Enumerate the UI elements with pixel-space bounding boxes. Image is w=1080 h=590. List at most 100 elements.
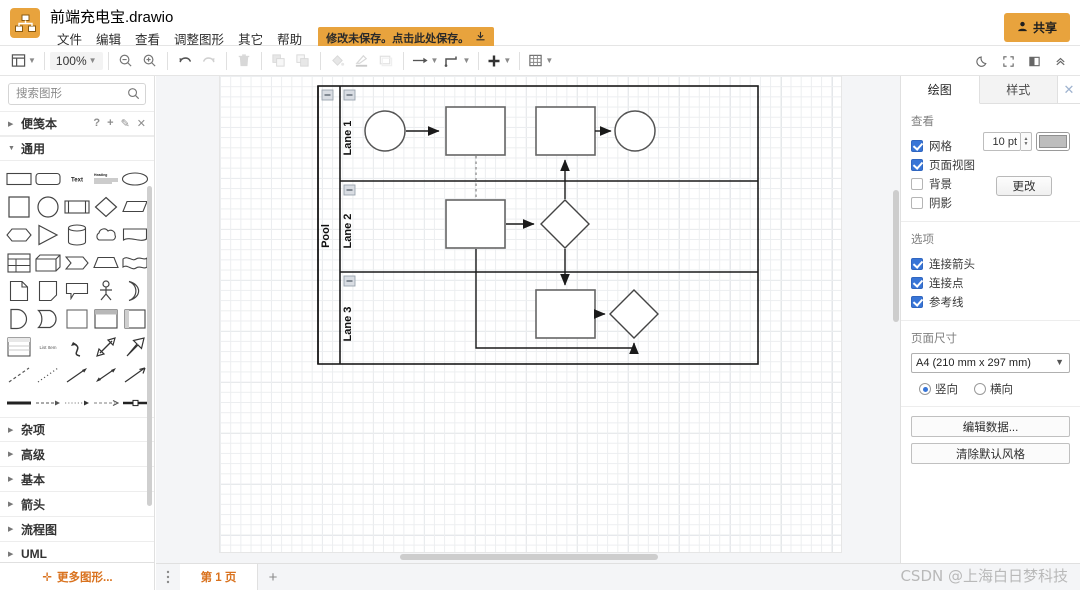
zoom-level-button[interactable]: 100% ▼ bbox=[49, 51, 103, 70]
bring-to-front-icon[interactable] bbox=[267, 49, 291, 73]
sidebar-section-general[interactable]: ▼ 通用 bbox=[0, 136, 154, 161]
canvas-vertical-scrollbar[interactable] bbox=[893, 190, 899, 322]
grid-size-stepper[interactable]: ▲ ▼ bbox=[1021, 132, 1032, 151]
sidebar-section-misc[interactable]: ▶ 杂项 bbox=[0, 417, 154, 442]
shape-triangle[interactable] bbox=[33, 222, 62, 247]
shape-double-arrow[interactable] bbox=[92, 334, 121, 359]
tab-diagram[interactable]: 绘图 bbox=[901, 76, 980, 104]
dark-mode-toggle[interactable] bbox=[970, 49, 994, 73]
shape-document[interactable] bbox=[121, 222, 150, 247]
connection-arrows-checkbox[interactable] bbox=[911, 257, 923, 270]
share-button[interactable]: 共享 bbox=[1003, 13, 1070, 42]
shape-thick-line[interactable] bbox=[4, 390, 33, 415]
table-icon[interactable]: ▼ bbox=[525, 49, 556, 73]
shape-link-connector[interactable] bbox=[121, 390, 150, 415]
shape-curved-arrow[interactable] bbox=[62, 334, 91, 359]
trash-icon[interactable] bbox=[232, 49, 256, 73]
shape-list-item[interactable]: List Item bbox=[33, 334, 62, 359]
shape-open-arrow[interactable] bbox=[121, 362, 150, 387]
shape-dashed-connector[interactable] bbox=[33, 390, 62, 415]
help-icon[interactable]: ? bbox=[93, 117, 100, 130]
diagram-canvas[interactable]: Pool Lane 1 Lane 2 Lane 3 bbox=[156, 76, 901, 563]
stepper-down-icon[interactable]: ▼ bbox=[1024, 141, 1029, 147]
radio-landscape[interactable] bbox=[974, 383, 986, 395]
shape-card[interactable] bbox=[33, 278, 62, 303]
end-event-circle[interactable] bbox=[614, 110, 656, 152]
task-rectangle-4[interactable] bbox=[535, 289, 596, 339]
shape-bidirectional-arrow[interactable] bbox=[92, 362, 121, 387]
page-sheet[interactable]: Pool Lane 1 Lane 2 Lane 3 bbox=[220, 76, 841, 552]
edit-data-button[interactable]: 编辑数据... bbox=[911, 416, 1070, 437]
guides-checkbox[interactable] bbox=[911, 295, 923, 308]
search-box[interactable] bbox=[8, 83, 146, 105]
shape-window[interactable] bbox=[92, 306, 121, 331]
option-connection-arrows[interactable]: 连接箭头 bbox=[911, 254, 1070, 273]
gateway-diamond-1[interactable] bbox=[540, 199, 590, 249]
canvas-horizontal-scrollbar[interactable] bbox=[400, 554, 658, 560]
page-view-checkbox[interactable] bbox=[911, 158, 923, 171]
shape-diamond[interactable] bbox=[92, 194, 121, 219]
shape-crescent[interactable] bbox=[121, 278, 150, 303]
sidebar-section-scratchpad[interactable]: ▶ 便笺本 ? + ✎ ✕ bbox=[0, 111, 154, 136]
shape-dotted-line[interactable] bbox=[33, 362, 62, 387]
shape-note[interactable] bbox=[4, 278, 33, 303]
shape-hexagon[interactable] bbox=[4, 222, 33, 247]
shape-square[interactable] bbox=[4, 194, 33, 219]
sidebar-section-advanced[interactable]: ▶ 高级 bbox=[0, 442, 154, 467]
paper-size-select[interactable]: A4 (210 mm x 297 mm) bbox=[911, 353, 1070, 373]
undo-icon[interactable] bbox=[173, 49, 197, 73]
shape-list[interactable] bbox=[4, 334, 33, 359]
shape-plain-square[interactable] bbox=[62, 306, 91, 331]
shape-textbox-heading[interactable]: Heading bbox=[92, 166, 121, 191]
option-connection-points[interactable]: 连接点 bbox=[911, 273, 1070, 292]
close-icon[interactable]: ✕ bbox=[1058, 76, 1080, 103]
sidebar-scrollbar[interactable] bbox=[147, 186, 152, 506]
close-icon[interactable]: ✕ bbox=[137, 117, 146, 130]
connection-points-checkbox[interactable] bbox=[911, 276, 923, 289]
shape-block-arrow[interactable] bbox=[121, 334, 150, 359]
shape-cloud[interactable] bbox=[92, 222, 121, 247]
shape-cylinder[interactable] bbox=[62, 222, 91, 247]
shape-dashed-line[interactable] bbox=[4, 362, 33, 387]
shape-dotted-connector[interactable] bbox=[62, 390, 91, 415]
grid-color-swatch[interactable] bbox=[1036, 132, 1070, 151]
shape-dashed-open-arrow[interactable] bbox=[92, 390, 121, 415]
task-rectangle-3[interactable] bbox=[445, 199, 506, 249]
shape-delay[interactable] bbox=[33, 306, 62, 331]
shape-half-circle[interactable] bbox=[4, 306, 33, 331]
collapse-toolbar-button[interactable] bbox=[1048, 49, 1072, 73]
plus-icon[interactable]: ▼ bbox=[484, 49, 514, 73]
shape-line-arrow[interactable] bbox=[62, 362, 91, 387]
redo-icon[interactable] bbox=[197, 49, 221, 73]
background-change-button[interactable]: 更改 bbox=[996, 176, 1052, 196]
shape-callout[interactable] bbox=[62, 278, 91, 303]
layout-panels-icon[interactable]: ▼ bbox=[8, 49, 39, 73]
option-page-view[interactable]: 页面视图 bbox=[911, 155, 1070, 174]
shape-trapezoid[interactable] bbox=[92, 250, 121, 275]
grid-checkbox[interactable] bbox=[911, 139, 923, 152]
shadow-checkbox[interactable] bbox=[911, 196, 923, 209]
more-shapes-button[interactable]: ✛ 更多图形... bbox=[0, 562, 154, 590]
page-menu-icon[interactable] bbox=[156, 564, 180, 590]
bpmn-pool-diagram[interactable]: Pool Lane 1 Lane 2 Lane 3 bbox=[220, 76, 841, 552]
shape-actor[interactable] bbox=[92, 278, 121, 303]
shape-text[interactable]: Text bbox=[62, 166, 91, 191]
add-icon[interactable]: + bbox=[107, 117, 113, 130]
lane-1-header[interactable]: Lane 1 bbox=[342, 89, 356, 155]
send-to-back-icon[interactable] bbox=[291, 49, 315, 73]
add-page-button[interactable]: + bbox=[258, 564, 288, 590]
fill-color-icon[interactable] bbox=[326, 49, 350, 73]
search-input[interactable] bbox=[9, 84, 145, 104]
edit-pencil-icon[interactable]: ✎ bbox=[121, 117, 130, 130]
shape-style-icon[interactable] bbox=[374, 49, 398, 73]
option-guides[interactable]: 参考线 bbox=[911, 292, 1070, 311]
page-tab-1[interactable]: 第 1 页 bbox=[180, 564, 258, 590]
shape-rounded-rect-wide[interactable] bbox=[4, 166, 33, 191]
waypoint-icon[interactable]: ▼ bbox=[441, 49, 473, 73]
sidebar-section-basic[interactable]: ▶ 基本 bbox=[0, 467, 154, 492]
clear-default-style-button[interactable]: 清除默认风格 bbox=[911, 443, 1070, 464]
shape-rounded-rect[interactable] bbox=[33, 166, 62, 191]
sidebar-section-flowchart[interactable]: ▶ 流程图 bbox=[0, 517, 154, 542]
line-color-icon[interactable] bbox=[350, 49, 374, 73]
lane-3-header[interactable]: Lane 3 bbox=[342, 275, 356, 341]
